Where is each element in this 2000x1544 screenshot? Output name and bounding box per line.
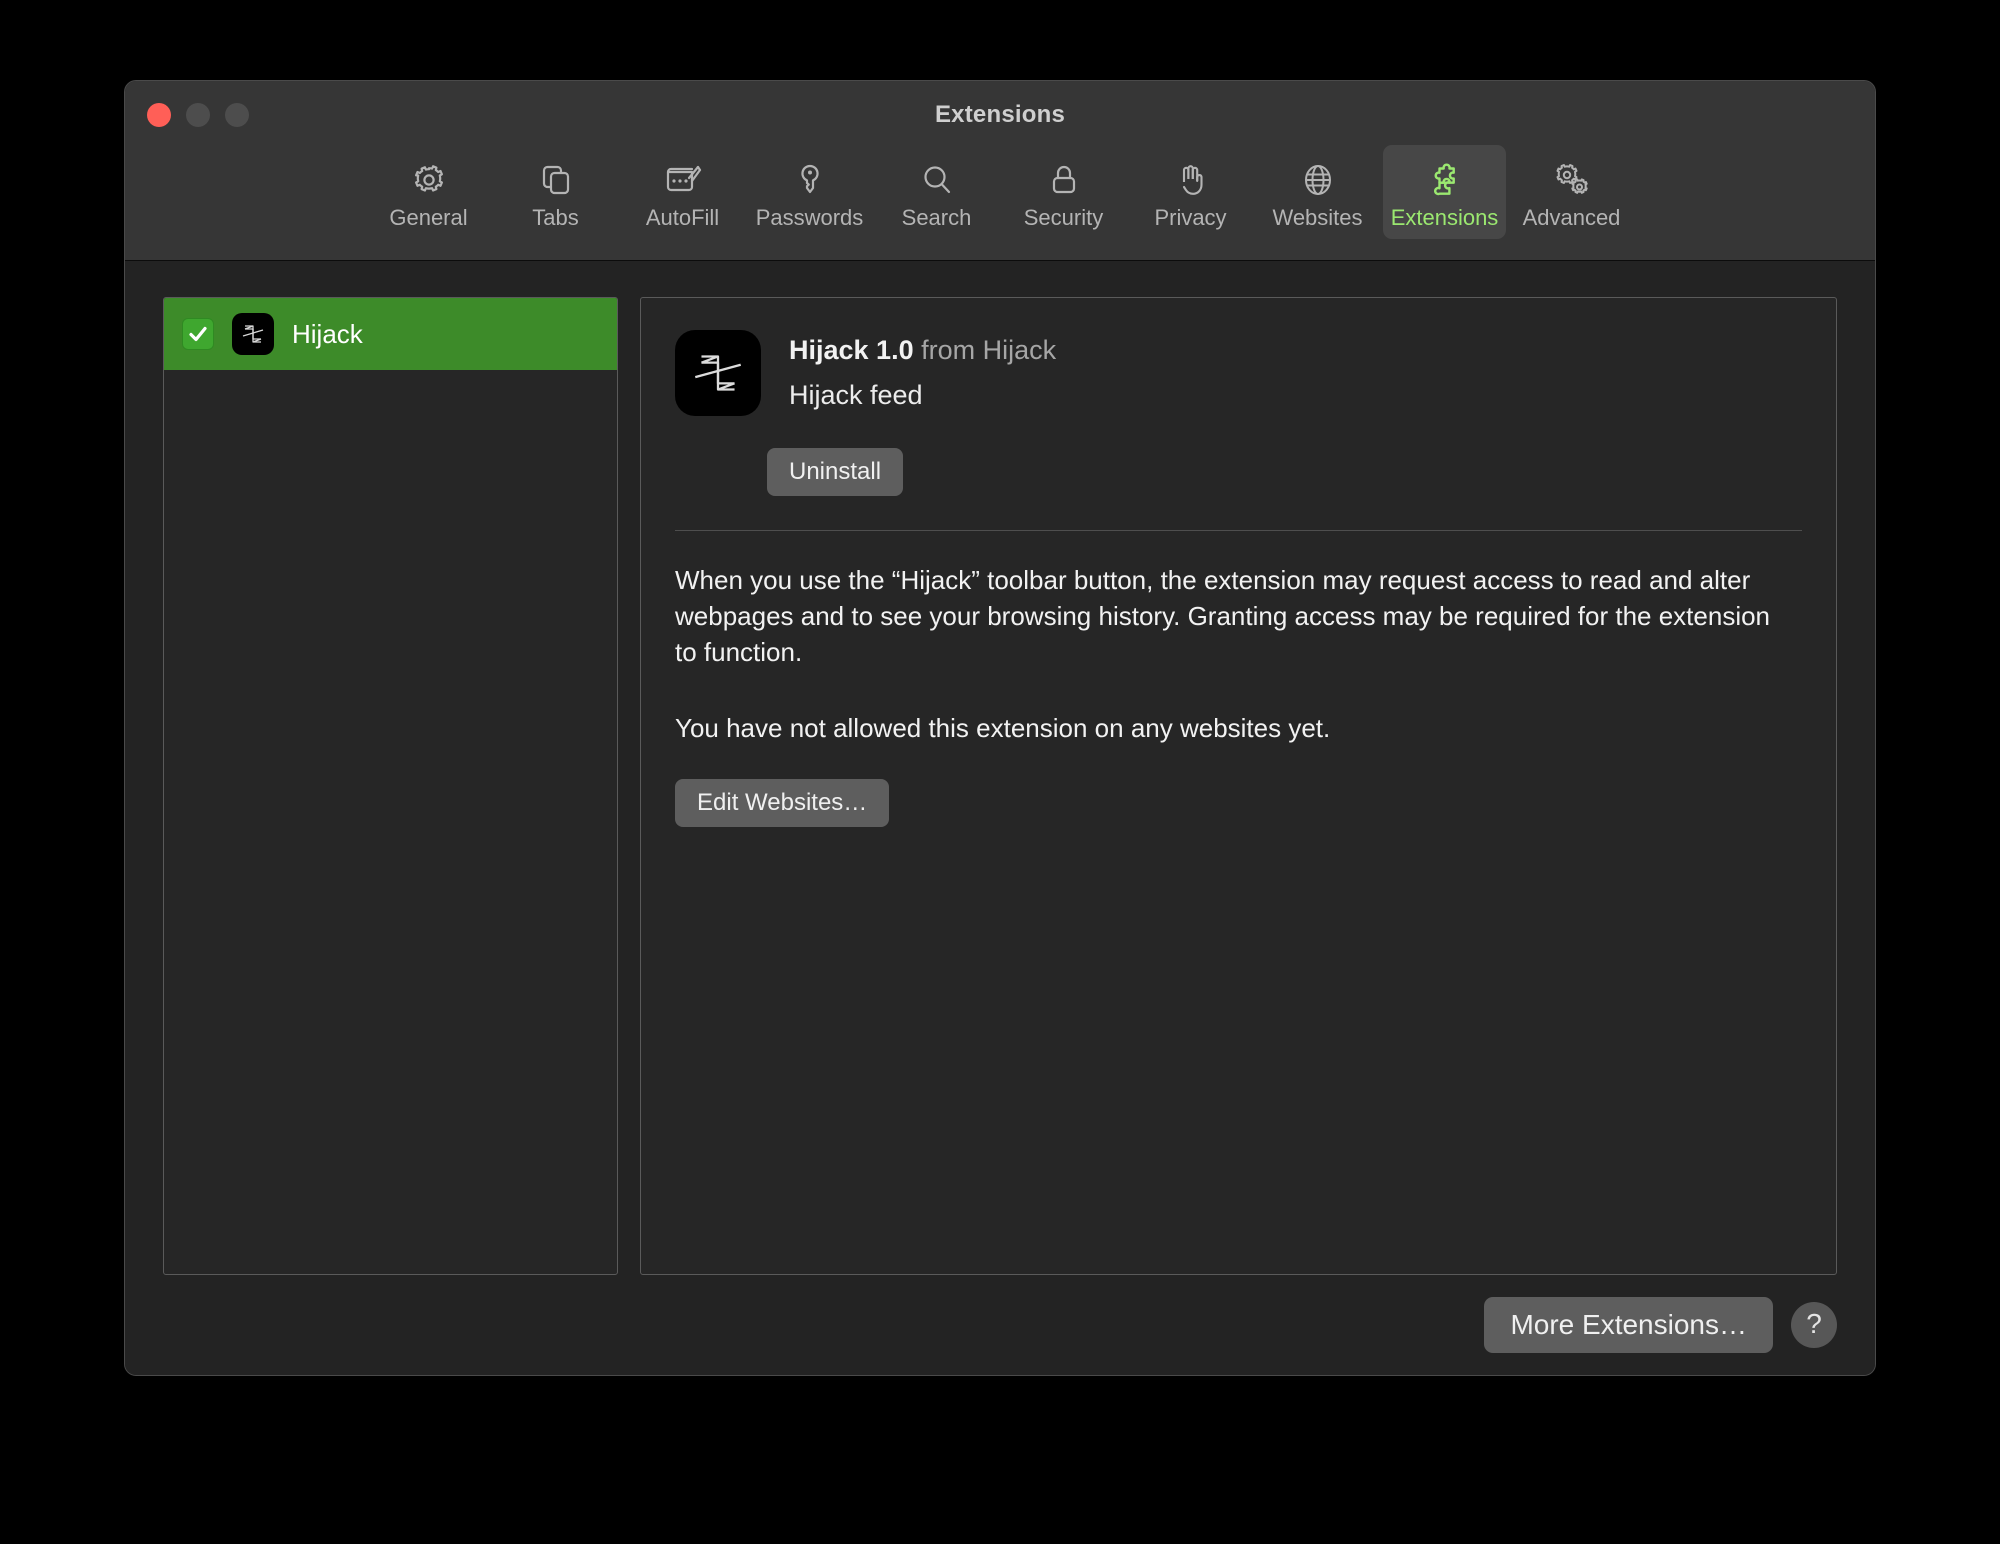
hijack-app-icon (675, 330, 761, 416)
extension-name: Hijack 1.0 (789, 335, 914, 365)
toolbar-tab-label: Websites (1272, 205, 1363, 230)
hand-icon (1168, 159, 1214, 201)
permission-paragraph: When you use the “Hijack” toolbar button… (675, 565, 1771, 667)
edit-websites-button[interactable]: Edit Websites… (675, 778, 890, 827)
status-paragraph: You have not allowed this extension on a… (675, 712, 1331, 743)
detail-header: Hijack 1.0 from Hijack Hijack feed (641, 298, 1836, 416)
gear-icon (406, 159, 452, 201)
toolbar-tab-general[interactable]: General (367, 145, 490, 239)
toolbar-tab-autofill[interactable]: AutoFill (621, 145, 744, 239)
toolbar-tab-label: Extensions (1390, 205, 1499, 230)
extension-enabled-checkbox[interactable] (182, 318, 214, 350)
toolbar-tab-label: Security (1023, 205, 1104, 230)
extension-detail-panel: Hijack 1.0 from Hijack Hijack feed Unins… (640, 297, 1837, 1275)
toolbar-tab-label: AutoFill (645, 205, 720, 230)
toolbar-tab-label: General (389, 205, 468, 230)
window-titlebar: Extensions General Tabs AutoFill Passwor… (125, 81, 1875, 261)
extensions-content-area: Hijack Hijack 1.0 from Hijack Hijack fee… (125, 261, 1875, 1375)
toolbar-tab-extensions[interactable]: Extensions (1383, 145, 1506, 239)
more-extensions-button[interactable]: More Extensions… (1484, 1297, 1773, 1353)
search-icon (914, 159, 960, 201)
extensions-preferences-window: Extensions General Tabs AutoFill Passwor… (124, 80, 1876, 1376)
autofill-icon (660, 159, 706, 201)
hijack-app-icon (232, 313, 274, 355)
toolbar-tab-passwords[interactable]: Passwords (748, 145, 871, 239)
toolbar-tab-tabs[interactable]: Tabs (494, 145, 617, 239)
toolbar-tab-security[interactable]: Security (1002, 145, 1125, 239)
toolbar-tab-advanced[interactable]: Advanced (1510, 145, 1633, 239)
help-button[interactable]: ? (1791, 1302, 1837, 1348)
toolbar-tab-label: Advanced (1522, 205, 1621, 230)
extension-author: from Hijack (921, 335, 1057, 365)
window-footer: More Extensions… ? (163, 1275, 1837, 1353)
toolbar-tab-label: Privacy (1154, 205, 1227, 230)
uninstall-button[interactable]: Uninstall (767, 448, 904, 496)
toolbar-tab-privacy[interactable]: Privacy (1129, 145, 1252, 239)
edit-websites-row: Edit Websites… (675, 778, 1802, 827)
key-icon (787, 159, 833, 201)
preferences-toolbar: General Tabs AutoFill Passwords Search S… (125, 145, 1875, 239)
lock-icon (1041, 159, 1087, 201)
gears-icon (1549, 159, 1595, 201)
toolbar-tab-search[interactable]: Search (875, 145, 998, 239)
globe-icon (1295, 159, 1341, 201)
uninstall-button-row: Uninstall (641, 416, 1836, 496)
panes-container: Hijack Hijack 1.0 from Hijack Hijack fee… (163, 297, 1837, 1275)
toolbar-tab-label: Passwords (755, 205, 864, 230)
detail-header-text: Hijack 1.0 from Hijack Hijack feed (789, 330, 1056, 416)
detail-body: When you use the “Hijack” toolbar button… (641, 531, 1836, 1274)
puzzle-icon (1422, 159, 1468, 201)
list-item-label: Hijack (292, 318, 363, 349)
toolbar-tab-label: Tabs (532, 205, 579, 230)
extension-title-line: Hijack 1.0 from Hijack (789, 334, 1056, 368)
extension-description: Hijack feed (789, 379, 923, 410)
toolbar-tab-websites[interactable]: Websites (1256, 145, 1379, 239)
extensions-list-sidebar[interactable]: Hijack (163, 297, 618, 1275)
window-title: Extensions (934, 101, 1066, 128)
toolbar-tab-label: Search (901, 205, 972, 230)
tabs-icon (533, 159, 579, 201)
list-item[interactable]: Hijack (164, 298, 617, 370)
